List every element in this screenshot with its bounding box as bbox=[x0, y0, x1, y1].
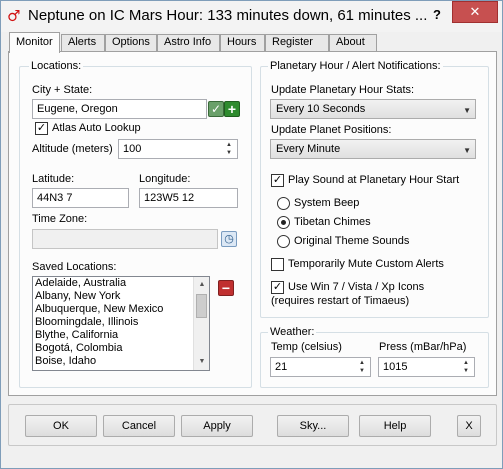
tab-alerts[interactable]: Alerts bbox=[61, 34, 105, 51]
notifications-group-title: Planetary Hour / Alert Notifications: bbox=[268, 60, 443, 72]
list-item[interactable]: Albany, New York bbox=[33, 290, 209, 303]
spin-down-icon[interactable]: ▼ bbox=[355, 367, 369, 375]
spin-up-icon[interactable]: ▲ bbox=[222, 141, 236, 149]
scroll-up-icon[interactable]: ▲ bbox=[194, 277, 209, 293]
sound-option-label: Original Theme Sounds bbox=[294, 235, 410, 247]
tab-monitor[interactable]: Monitor bbox=[9, 32, 60, 53]
checkmark-icon: ✓ bbox=[272, 174, 283, 186]
checkmark-icon: ✓ bbox=[272, 281, 283, 293]
monitor-panel: Locations: City + State: Eugene, Oregon … bbox=[8, 51, 497, 396]
city-state-input[interactable]: Eugene, Oregon bbox=[32, 99, 207, 119]
list-item[interactable]: Adelaide, Australia bbox=[33, 277, 209, 290]
spin-up-icon[interactable]: ▲ bbox=[355, 359, 369, 367]
win7-icons-label: Use Win 7 / Vista / Xp Icons bbox=[288, 281, 425, 293]
tab-about[interactable]: About bbox=[329, 34, 377, 51]
tab-astro-info[interactable]: Astro Info bbox=[157, 34, 220, 51]
locations-group-title: Locations: bbox=[29, 60, 84, 72]
play-sound-checkbox[interactable]: ✓ bbox=[271, 174, 284, 187]
planet-symbol-icon: ♂ bbox=[7, 7, 21, 25]
press-input[interactable]: 1015 ▲ ▼ bbox=[378, 357, 475, 377]
spin-down-icon[interactable]: ▼ bbox=[222, 149, 236, 157]
window-title: Neptune on IC Mars Hour: 133 minutes dow… bbox=[28, 7, 428, 24]
sound-radio-tibetan-chimes[interactable] bbox=[277, 216, 290, 229]
altitude-input[interactable]: 100 ▲ ▼ bbox=[118, 139, 238, 159]
sky-button[interactable]: Sky... bbox=[277, 415, 349, 437]
atlas-auto-lookup-checkbox[interactable]: ✓ bbox=[35, 122, 48, 135]
saved-locations-list[interactable]: Adelaide, Australia Albany, New York Alb… bbox=[32, 276, 210, 371]
temp-value: 21 bbox=[275, 361, 288, 373]
scroll-thumb[interactable] bbox=[196, 294, 207, 318]
sound-radio-system-beep[interactable] bbox=[277, 197, 290, 210]
temp-input[interactable]: 21 ▲ ▼ bbox=[270, 357, 371, 377]
tab-hours[interactable]: Hours bbox=[220, 34, 265, 51]
clock-icon[interactable]: ◷ bbox=[221, 231, 237, 247]
cancel-button[interactable]: Cancel bbox=[103, 415, 175, 437]
altitude-spinner[interactable]: ▲ ▼ bbox=[222, 141, 236, 157]
add-location-icon[interactable]: + bbox=[224, 101, 240, 117]
chevron-down-icon: ▼ bbox=[463, 106, 471, 115]
list-item[interactable]: Bloomingdale, Illinois bbox=[33, 316, 209, 329]
press-spinner[interactable]: ▲ ▼ bbox=[459, 359, 473, 375]
mute-alerts-checkbox[interactable] bbox=[271, 258, 284, 271]
update-stats-label: Update Planetary Hour Stats: bbox=[271, 84, 415, 96]
scroll-down-icon[interactable]: ▼ bbox=[194, 354, 209, 370]
win7-icons-sublabel: (requires restart of Timaeus) bbox=[271, 295, 410, 307]
time-zone-label: Time Zone: bbox=[32, 213, 88, 225]
latitude-label: Latitude: bbox=[32, 173, 75, 185]
lookup-check-icon[interactable]: ✓ bbox=[208, 101, 224, 117]
close-button[interactable]: X bbox=[457, 415, 481, 437]
temp-label: Temp (celsius) bbox=[271, 341, 342, 353]
weather-group-title: Weather: bbox=[268, 326, 317, 338]
chevron-down-icon: ▼ bbox=[463, 146, 471, 155]
longitude-label: Longitude: bbox=[139, 173, 191, 185]
press-label: Press (mBar/hPa) bbox=[379, 341, 467, 353]
latitude-input[interactable]: 44N3 7 bbox=[32, 188, 129, 208]
close-window-button[interactable]: ✕ bbox=[452, 1, 498, 23]
list-item[interactable]: Bogotá, Colombia bbox=[33, 342, 209, 355]
spin-up-icon[interactable]: ▲ bbox=[459, 359, 473, 367]
city-state-label: City + State: bbox=[32, 84, 93, 96]
press-value: 1015 bbox=[383, 361, 408, 373]
sound-option-label: Tibetan Chimes bbox=[294, 216, 371, 228]
time-zone-input[interactable] bbox=[32, 229, 218, 249]
update-stats-select[interactable]: Every 10 Seconds ▼ bbox=[270, 99, 476, 119]
update-stats-value: Every 10 Seconds bbox=[276, 103, 366, 115]
remove-location-icon[interactable]: − bbox=[218, 280, 234, 296]
altitude-label: Altitude (meters) bbox=[32, 143, 113, 155]
update-positions-select[interactable]: Every Minute ▼ bbox=[270, 139, 476, 159]
apply-button[interactable]: Apply bbox=[181, 415, 253, 437]
play-sound-label: Play Sound at Planetary Hour Start bbox=[288, 174, 460, 186]
atlas-auto-lookup-label: Atlas Auto Lookup bbox=[52, 122, 141, 134]
list-scrollbar[interactable]: ▲ ▼ bbox=[193, 277, 209, 370]
saved-locations-label: Saved Locations: bbox=[32, 261, 117, 273]
temp-spinner[interactable]: ▲ ▼ bbox=[355, 359, 369, 375]
longitude-input[interactable]: 123W5 12 bbox=[139, 188, 238, 208]
spin-down-icon[interactable]: ▼ bbox=[459, 367, 473, 375]
update-positions-label: Update Planet Positions: bbox=[271, 124, 392, 136]
tab-register[interactable]: Register bbox=[265, 34, 329, 51]
altitude-value: 100 bbox=[123, 143, 142, 155]
checkmark-icon: ✓ bbox=[36, 122, 47, 134]
sound-option-label: System Beep bbox=[294, 197, 360, 209]
help-icon[interactable]: ? bbox=[433, 7, 441, 22]
sound-radio-original-theme[interactable] bbox=[277, 235, 290, 248]
help-button[interactable]: Help bbox=[359, 415, 431, 437]
update-positions-value: Every Minute bbox=[276, 143, 341, 155]
ok-button[interactable]: OK bbox=[25, 415, 97, 437]
app-window: ♂ Neptune on IC Mars Hour: 133 minutes d… bbox=[0, 0, 503, 469]
tab-options[interactable]: Options bbox=[105, 34, 157, 51]
list-item[interactable]: Boise, Idaho bbox=[33, 355, 209, 368]
mute-alerts-label: Temporarily Mute Custom Alerts bbox=[288, 258, 444, 270]
list-item[interactable]: Albuquerque, New Mexico bbox=[33, 303, 209, 316]
list-item[interactable]: Blythe, California bbox=[33, 329, 209, 342]
win7-icons-checkbox[interactable]: ✓ bbox=[271, 281, 284, 294]
title-bar[interactable]: ♂ Neptune on IC Mars Hour: 133 minutes d… bbox=[1, 1, 502, 32]
